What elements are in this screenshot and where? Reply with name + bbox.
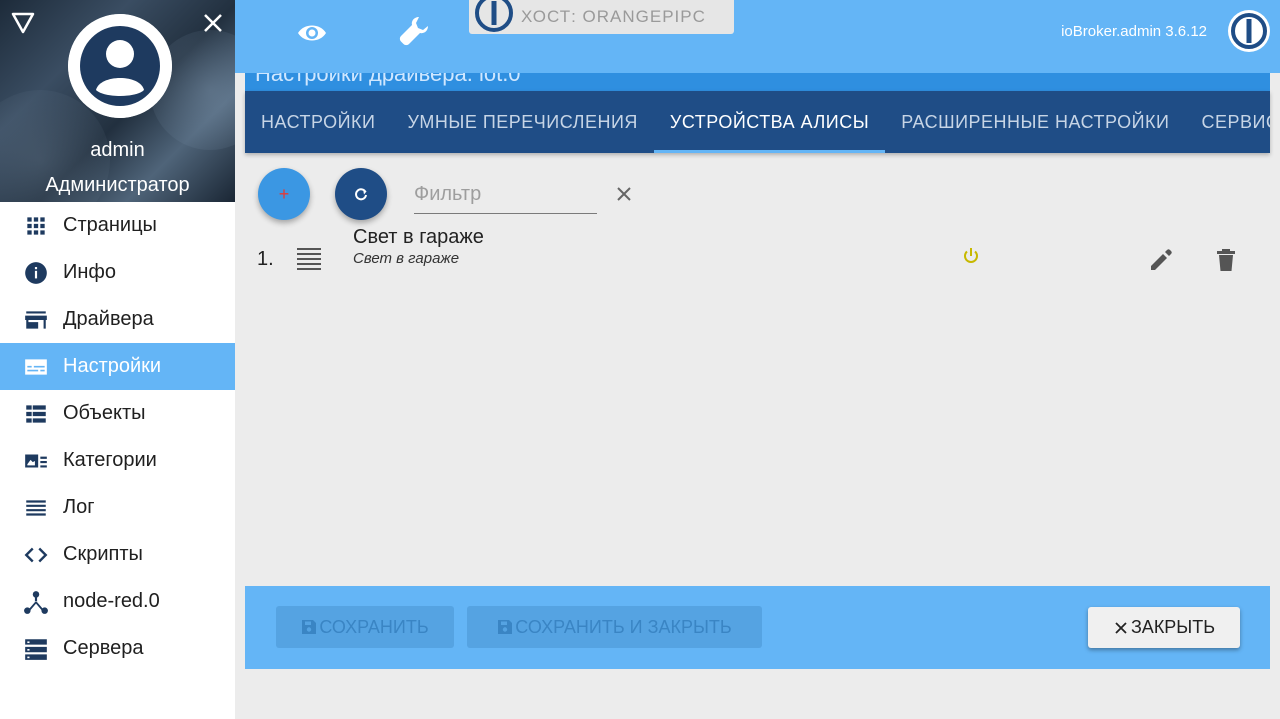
- sidebar-item-label: Настройки: [63, 355, 162, 377]
- device-name: Свет в гараже: [353, 226, 484, 248]
- sidebar-item-categories[interactable]: Категории: [0, 437, 235, 484]
- user-profile-header: admin Администратор: [0, 0, 235, 202]
- device-smart-name: Свет в гараже: [353, 250, 460, 267]
- categories-icon: [22, 449, 50, 473]
- info-icon: [22, 261, 50, 285]
- edit-icon[interactable]: [1147, 246, 1175, 274]
- tab-services[interactable]: СЕРВИСЫ: [1185, 91, 1270, 153]
- save-and-close-button-label: СОХРАНИТЬ И ЗАКРЫТЬ: [515, 616, 732, 637]
- iobroker-logo-icon[interactable]: [1228, 10, 1270, 52]
- settings-tabs: НАСТРОЙКИ УМНЫЕ ПЕРЕЧИСЛЕНИЯ УСТРОЙСТВА …: [245, 91, 1270, 153]
- host-selector[interactable]: ХОСТ: ORANGEPIPC: [469, 0, 734, 34]
- delete-icon[interactable]: [1213, 246, 1239, 274]
- sidebar-item-info[interactable]: Инфо: [0, 249, 235, 296]
- iobroker-logo-icon: [475, 0, 513, 32]
- close-icon[interactable]: [200, 10, 226, 36]
- tab-advanced-settings[interactable]: РАСШИРЕННЫЕ НАСТРОЙКИ: [885, 91, 1185, 153]
- drag-handle-icon[interactable]: [295, 246, 323, 272]
- settings-panel-icon: [22, 355, 50, 379]
- sidebar-nav: Страницы Инфо Драйвера Настройки Объекты: [0, 202, 235, 672]
- tab-settings[interactable]: НАСТРОЙКИ: [245, 91, 391, 153]
- sidebar-item-servers[interactable]: Сервера: [0, 625, 235, 672]
- settings-footer: СОХРАНИТЬ СОХРАНИТЬ И ЗАКРЫТЬ ЗАКРЫТЬ: [245, 586, 1270, 669]
- eye-icon[interactable]: [295, 18, 329, 48]
- apps-grid-icon: [22, 214, 50, 238]
- filter-input[interactable]: [414, 176, 597, 214]
- store-icon: [22, 308, 50, 332]
- sidebar-item-label: Объекты: [63, 402, 146, 424]
- user-role: Администратор: [45, 174, 190, 196]
- sidebar: admin Администратор Страницы Инфо Драйве…: [0, 0, 235, 719]
- adapter-settings-header: Настройки драйвера: iot.0: [245, 73, 1270, 91]
- save-button-label: СОХРАНИТЬ: [319, 616, 429, 637]
- save-icon: [302, 620, 317, 634]
- save-icon: [498, 620, 513, 634]
- sidebar-item-objects[interactable]: Объекты: [0, 390, 235, 437]
- refresh-button[interactable]: [335, 168, 387, 220]
- wrench-icon[interactable]: [397, 14, 431, 48]
- sidebar-item-adapters[interactable]: Драйвера: [0, 296, 235, 343]
- sidebar-item-label: Сервера: [63, 637, 144, 659]
- list-objects-icon: [22, 402, 50, 426]
- sidebar-item-label: Лог: [63, 496, 95, 518]
- add-device-button[interactable]: +: [258, 168, 310, 220]
- device-row: 1. Свет в гараже Свет в гараже: [245, 222, 1270, 282]
- sidebar-item-label: Скрипты: [63, 543, 143, 565]
- tab-smart-enums[interactable]: УМНЫЕ ПЕРЕЧИСЛЕНИЯ: [391, 91, 653, 153]
- log-lines-icon: [22, 496, 50, 520]
- save-and-close-button[interactable]: СОХРАНИТЬ И ЗАКРЫТЬ: [467, 606, 762, 648]
- sidebar-item-label: Страницы: [63, 214, 157, 236]
- node-red-icon: [22, 590, 50, 614]
- user-name: admin: [90, 139, 145, 161]
- sidebar-item-log[interactable]: Лог: [0, 484, 235, 531]
- sidebar-item-label: Инфо: [63, 261, 116, 283]
- clear-filter-icon[interactable]: [612, 182, 636, 206]
- code-icon: [22, 543, 50, 567]
- sidebar-item-label: Драйвера: [63, 308, 154, 330]
- power-icon: [961, 246, 981, 266]
- avatar: [68, 14, 172, 118]
- collapse-menu-icon[interactable]: [10, 10, 36, 36]
- sidebar-item-settings[interactable]: Настройки: [0, 343, 235, 390]
- close-icon: [1115, 621, 1127, 634]
- refresh-icon: [355, 188, 367, 201]
- servers-icon: [22, 637, 50, 661]
- close-button[interactable]: ЗАКРЫТЬ: [1088, 607, 1240, 648]
- close-button-label: ЗАКРЫТЬ: [1130, 617, 1216, 637]
- tab-alice-devices[interactable]: УСТРОЙСТВА АЛИСЫ: [653, 91, 886, 153]
- sidebar-item-scripts[interactable]: Скрипты: [0, 531, 235, 578]
- row-index: 1.: [257, 248, 274, 270]
- host-label: ХОСТ: ORANGEPIPC: [521, 7, 706, 26]
- version-label: ioBroker.admin 3.6.12: [1061, 23, 1207, 40]
- sidebar-item-node-red[interactable]: node-red.0: [0, 578, 235, 625]
- sidebar-item-label: node-red.0: [63, 590, 160, 612]
- top-app-bar: ХОСТ: ORANGEPIPC ioBroker.admin 3.6.12: [235, 0, 1280, 73]
- page-title: Настройки драйвера: iot.0: [255, 73, 521, 86]
- save-button[interactable]: СОХРАНИТЬ: [276, 606, 454, 648]
- sidebar-item-pages[interactable]: Страницы: [0, 202, 235, 249]
- sidebar-item-label: Категории: [63, 449, 157, 471]
